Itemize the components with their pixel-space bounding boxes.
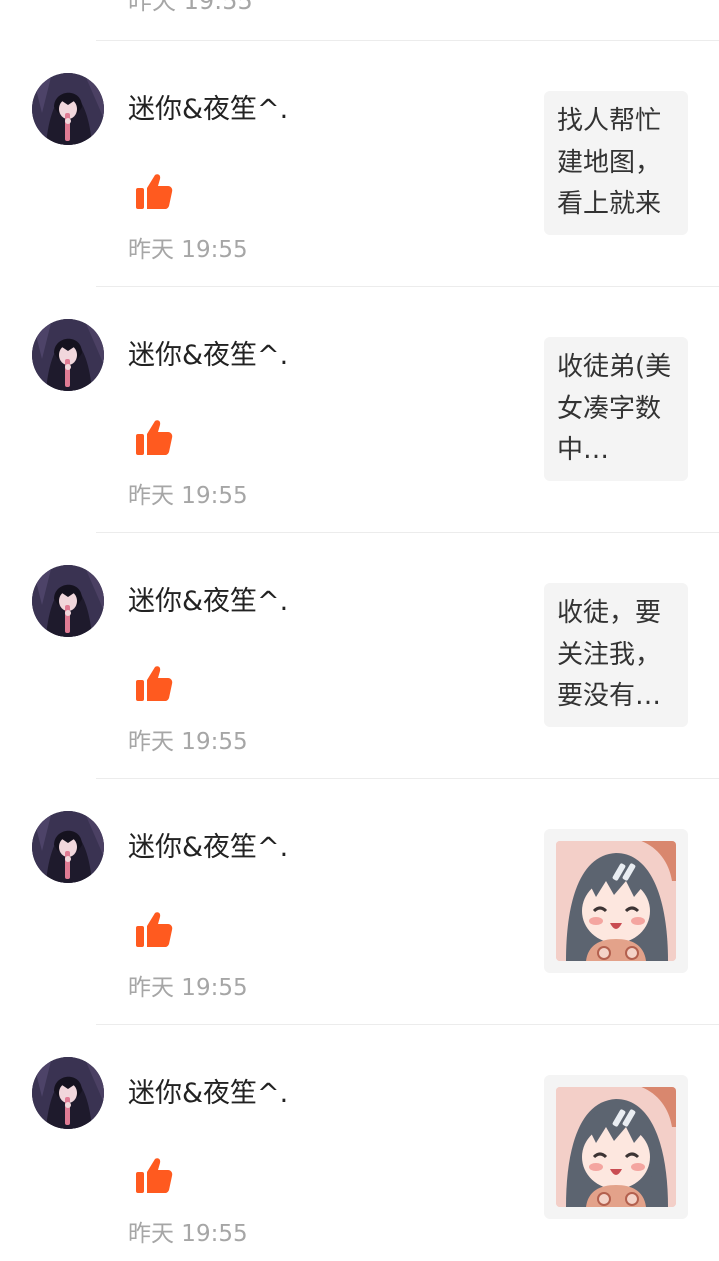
- notification-time: 昨天 19:55: [128, 975, 248, 1001]
- notification-row[interactable]: 迷你&夜笙^. 昨天 19:55: [0, 779, 719, 1025]
- notification-time: 昨天 19:55: [128, 483, 248, 509]
- avatar[interactable]: [32, 565, 104, 637]
- anime-girl-thumbnail: [556, 1087, 676, 1207]
- user-name[interactable]: 迷你&夜笙^.: [128, 583, 288, 621]
- user-name[interactable]: 迷你&夜笙^.: [128, 1075, 288, 1113]
- post-preview-text: 收徒，要关注我，要没有…: [557, 598, 662, 711]
- avatar-image: [32, 319, 104, 391]
- notification-time: 昨天 19:55: [128, 729, 248, 755]
- thumbs-up-icon: [133, 909, 175, 951]
- user-name[interactable]: 迷你&夜笙^.: [128, 829, 288, 867]
- post-preview-text: 收徒弟(美女凑字数中…: [557, 352, 672, 465]
- user-name[interactable]: 迷你&夜笙^.: [128, 91, 288, 129]
- avatar-image: [32, 811, 104, 883]
- thumbs-up-icon: [133, 1155, 175, 1197]
- notification-row[interactable]: 迷你&夜笙^. 昨天 19:55 收徒，要关注我，要没有…: [0, 533, 719, 779]
- post-preview-card[interactable]: [544, 829, 688, 973]
- notification-row[interactable]: 迷你&夜笙^. 昨天 19:55 收徒弟(美女凑字数中…: [0, 287, 719, 533]
- avatar-image: [32, 73, 104, 145]
- thumbs-up-icon: [133, 663, 175, 705]
- thumbs-up-icon: [133, 171, 175, 213]
- avatar[interactable]: [32, 319, 104, 391]
- notification-row[interactable]: 迷你&夜笙^. 昨天 19:55 找人帮忙建地图，看上就来: [0, 41, 719, 287]
- avatar-image: [32, 1057, 104, 1129]
- thumbs-up-icon: [133, 417, 175, 459]
- notification-time: 昨天 19:55: [128, 1221, 248, 1247]
- post-preview-card[interactable]: 收徒，要关注我，要没有…: [544, 583, 688, 727]
- avatar[interactable]: [32, 1057, 104, 1129]
- post-preview-text: 找人帮忙建地图，看上就来: [557, 106, 662, 219]
- avatar[interactable]: [32, 73, 104, 145]
- user-name[interactable]: 迷你&夜笙^.: [128, 337, 288, 375]
- notification-time: 昨天 19:55: [128, 237, 248, 263]
- avatar[interactable]: [32, 811, 104, 883]
- post-preview-card[interactable]: [544, 1075, 688, 1219]
- previous-item-time: 昨天 19:55: [128, 0, 253, 15]
- post-preview-card[interactable]: 收徒弟(美女凑字数中…: [544, 337, 688, 481]
- anime-girl-thumbnail: [556, 841, 676, 961]
- avatar-image: [32, 565, 104, 637]
- notification-screen: 昨天 19:55 迷你&夜笙^. 昨天 19:55 找人帮忙建地图，看上就来 迷…: [0, 0, 719, 1261]
- notification-row[interactable]: 迷你&夜笙^. 昨天 19:55: [0, 1025, 719, 1261]
- post-preview-card[interactable]: 找人帮忙建地图，看上就来: [544, 91, 688, 235]
